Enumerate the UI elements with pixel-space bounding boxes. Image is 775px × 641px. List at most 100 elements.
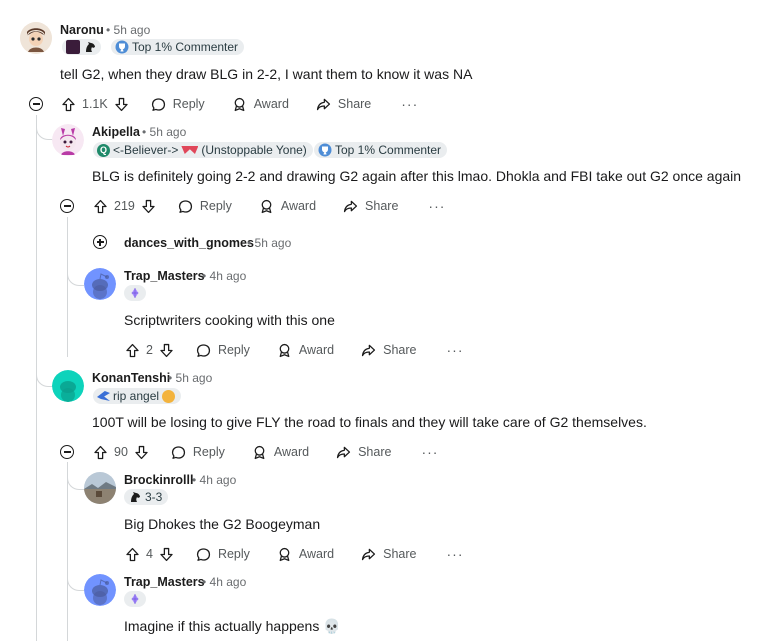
separator-dot: •: [202, 269, 207, 283]
avatar[interactable]: [84, 574, 116, 606]
comment-meta: • 5h ago: [142, 125, 186, 139]
reply-button[interactable]: Reply: [150, 96, 205, 113]
avatar[interactable]: [20, 22, 52, 54]
share-button[interactable]: Share: [360, 342, 417, 359]
timestamp: 5h ago: [149, 125, 187, 139]
upvote-icon[interactable]: [60, 96, 77, 113]
timestamp: 4h ago: [199, 473, 237, 487]
avatar[interactable]: [84, 472, 116, 504]
comment-meta: • 4h ago: [192, 473, 236, 487]
trophy-icon: [318, 143, 332, 157]
award-icon: [276, 342, 293, 359]
flair-label: 3-3: [145, 490, 163, 504]
collapse-thread-button[interactable]: [60, 445, 74, 459]
reply-label: Reply: [192, 445, 225, 459]
share-button[interactable]: Share: [315, 96, 371, 113]
share-icon: [315, 96, 332, 113]
reply-button[interactable]: Reply: [177, 198, 232, 215]
award-button[interactable]: Award: [276, 342, 334, 359]
team-horse-icon: [83, 40, 97, 54]
vote-count: 90: [114, 445, 128, 459]
share-icon: [335, 444, 352, 461]
trophy-icon: [115, 40, 129, 54]
collapse-thread-button[interactable]: [60, 199, 74, 213]
timestamp: 5h ago: [113, 23, 151, 37]
award-button[interactable]: Award: [231, 96, 289, 113]
downvote-icon[interactable]: [158, 546, 175, 563]
upvote-icon[interactable]: [92, 444, 109, 461]
collapse-thread-button[interactable]: [29, 97, 43, 111]
award-icon: [231, 96, 248, 113]
snoo-avatar-icon: [84, 574, 116, 606]
user-flair: [124, 591, 146, 607]
flair-label: <-Believer->: [113, 143, 179, 157]
more-options-button[interactable]: ···: [421, 444, 438, 460]
top-commenter-badge: Top 1% Commenter: [314, 142, 448, 158]
award-button[interactable]: Award: [251, 444, 309, 461]
avatar[interactable]: [52, 370, 84, 402]
expand-thread-button[interactable]: [93, 235, 107, 249]
thread-elbow: [67, 462, 84, 490]
comment-meta: • 5h ago: [106, 23, 150, 37]
avatar-image: [20, 22, 52, 54]
downvote-icon[interactable]: [140, 198, 157, 215]
downvote-icon[interactable]: [113, 96, 130, 113]
reply-button[interactable]: Reply: [195, 342, 250, 359]
comment-body: tell G2, when they draw BLG in 2-2, I wa…: [60, 66, 473, 82]
award-button[interactable]: Award: [276, 546, 334, 563]
upvote-icon[interactable]: [124, 546, 141, 563]
comment-meta: • 4h ago: [202, 269, 246, 283]
more-options-button[interactable]: ···: [447, 342, 464, 358]
separator-dot: •: [168, 371, 173, 385]
username[interactable]: Brockinrolll: [124, 473, 193, 487]
vote-count: 2: [146, 343, 153, 357]
comment-body: Scriptwriters cooking with this one: [124, 312, 335, 328]
username[interactable]: Trap_Masters: [124, 575, 205, 589]
bird-icon: [97, 391, 110, 401]
more-options-button[interactable]: ···: [447, 546, 464, 562]
comment-actions: 2 Reply Award Share ···: [124, 339, 464, 361]
reply-label: Reply: [172, 97, 205, 111]
reply-label: Reply: [217, 547, 250, 561]
comment-body: Big Dhokes the G2 Boogeyman: [124, 516, 321, 532]
share-button[interactable]: Share: [335, 444, 391, 461]
timestamp: 5h ago: [254, 236, 292, 250]
gem-icon: [130, 287, 140, 299]
team-logo-icon: [181, 146, 199, 154]
avatar[interactable]: [52, 124, 84, 156]
award-button[interactable]: Award: [258, 198, 316, 215]
downvote-icon[interactable]: [158, 342, 175, 359]
more-options-button[interactable]: ···: [428, 198, 445, 214]
username[interactable]: Trap_Masters: [124, 269, 205, 283]
award-icon: [276, 546, 293, 563]
username[interactable]: dances_with_gnomes: [124, 236, 254, 250]
share-button[interactable]: Share: [360, 546, 417, 563]
username[interactable]: Naronu: [60, 23, 104, 37]
separator-dot: •: [192, 473, 197, 487]
comment-actions: 1.1K Reply Award Share ···: [60, 93, 418, 115]
share-button[interactable]: Share: [342, 198, 398, 215]
thread-elbow: [36, 360, 53, 387]
comment-meta: • 5h ago: [168, 371, 212, 385]
username[interactable]: KonanTenshi: [92, 371, 170, 385]
separator-dot: •: [202, 575, 207, 589]
more-options-button[interactable]: ···: [401, 96, 418, 112]
thread-elbow: [67, 560, 84, 591]
share-label: Share: [365, 199, 399, 213]
username[interactable]: Akipella: [92, 125, 140, 139]
reply-button[interactable]: Reply: [195, 546, 250, 563]
badge-label: Top 1% Commenter: [132, 40, 239, 54]
user-flair: [124, 285, 146, 301]
upvote-icon[interactable]: [124, 342, 141, 359]
reply-icon: [177, 198, 194, 215]
user-flair: Q <-Believer-> (Unstoppable Yone): [93, 142, 313, 158]
upvote-icon[interactable]: [92, 198, 109, 215]
gem-icon: [130, 593, 140, 605]
downvote-icon[interactable]: [133, 444, 150, 461]
comment-actions: 219 Reply Award Share ···: [92, 195, 445, 217]
comment-meta: • 4h ago: [202, 575, 246, 589]
avatar[interactable]: [84, 268, 116, 300]
timestamp: 4h ago: [209, 575, 247, 589]
reply-button[interactable]: Reply: [170, 444, 225, 461]
comment-meta: • 5h ago: [247, 236, 291, 250]
